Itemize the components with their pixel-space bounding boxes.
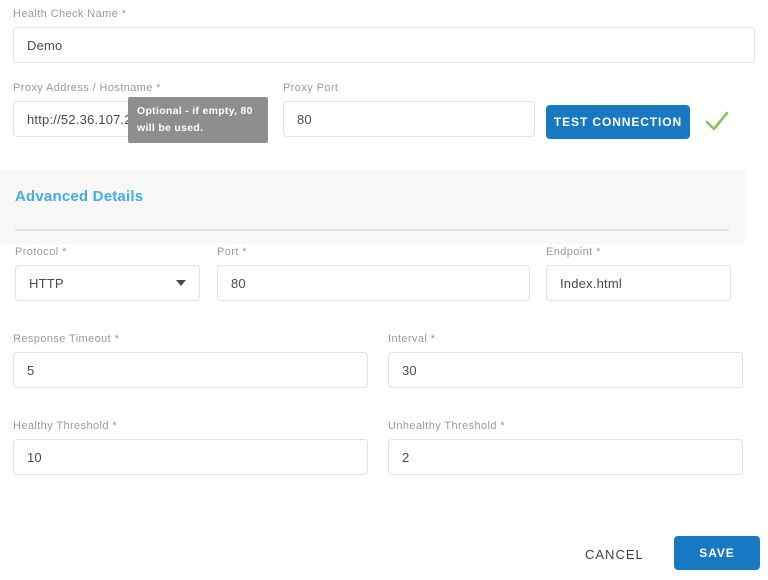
advanced-details-title: Advanced Details [15, 188, 143, 205]
advanced-details-panel: Advanced Details [0, 170, 745, 244]
response-timeout-field: Response Timeout * [13, 333, 368, 388]
proxy-port-field: Proxy Port [283, 82, 535, 137]
endpoint-field: Endpoint * [546, 246, 731, 301]
unhealthy-threshold-input[interactable] [388, 439, 743, 475]
interval-field: Interval * [388, 333, 743, 388]
response-timeout-label: Response Timeout * [13, 333, 368, 346]
unhealthy-threshold-field: Unhealthy Threshold * [388, 420, 743, 475]
advanced-details-divider [15, 229, 729, 231]
port-label: Port * [217, 246, 530, 259]
healthy-threshold-field: Healthy Threshold * [13, 420, 368, 475]
port-field: Port * [217, 246, 530, 301]
health-check-name-label: Health Check Name * [13, 8, 755, 21]
health-check-name-field: Health Check Name * [13, 8, 755, 63]
cancel-button[interactable]: CANCEL [585, 545, 644, 563]
unhealthy-threshold-label: Unhealthy Threshold * [388, 420, 743, 433]
protocol-selected-value: HTTP [29, 276, 64, 291]
protocol-select[interactable]: HTTP [15, 265, 200, 301]
test-connection-button[interactable]: TEST CONNECTION [546, 105, 690, 139]
protocol-label: Protocol * [15, 246, 200, 259]
proxy-port-input[interactable] [283, 101, 535, 137]
connection-success-check-icon [704, 110, 730, 137]
response-timeout-input[interactable] [13, 352, 368, 388]
chevron-down-icon [176, 280, 186, 286]
healthy-threshold-input[interactable] [13, 439, 368, 475]
proxy-address-label: Proxy Address / Hostname * [13, 82, 268, 95]
proxy-port-tooltip: Optional - if empty, 80 will be used. [128, 97, 268, 143]
proxy-port-label: Proxy Port [283, 82, 535, 95]
health-check-form: Health Check Name * Proxy Address / Host… [0, 0, 768, 580]
interval-input[interactable] [388, 352, 743, 388]
protocol-field: Protocol * HTTP [15, 246, 200, 301]
port-input[interactable] [217, 265, 530, 301]
save-button[interactable]: SAVE [674, 536, 760, 570]
interval-label: Interval * [388, 333, 743, 346]
healthy-threshold-label: Healthy Threshold * [13, 420, 368, 433]
endpoint-label: Endpoint * [546, 246, 731, 259]
endpoint-input[interactable] [546, 265, 731, 301]
health-check-name-input[interactable] [13, 27, 755, 63]
